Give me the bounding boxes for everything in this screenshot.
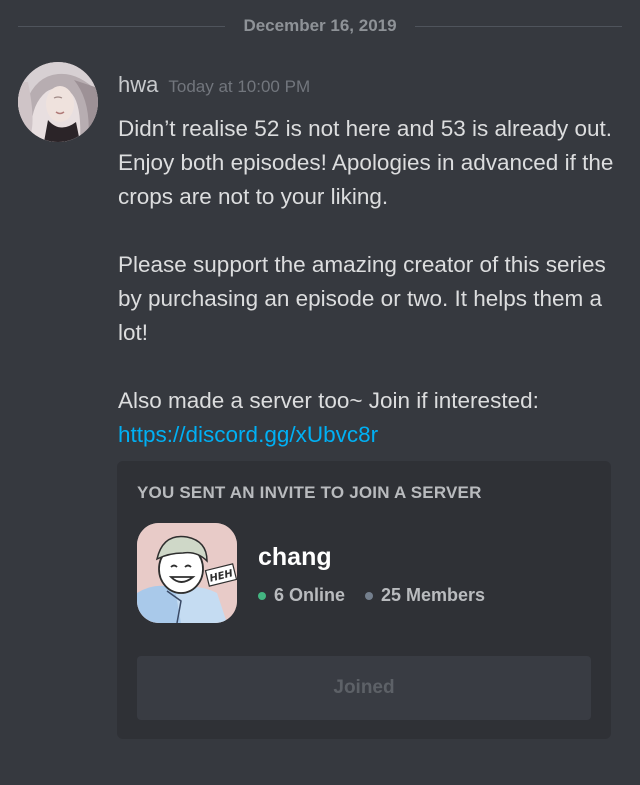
- server-stats: 6 Online 25 Members: [258, 585, 485, 606]
- message-body: Didn’t realise 52 is not here and 53 is …: [118, 112, 623, 452]
- server-name: chang: [258, 543, 332, 571]
- online-count: 6 Online: [274, 585, 346, 605]
- message-paragraph: Didn’t realise 52 is not here and 53 is …: [118, 116, 614, 209]
- online-dot-icon: [258, 591, 266, 600]
- message-header: hwa Today at 10:00 PM: [118, 72, 310, 104]
- date-label: December 16, 2019: [243, 16, 397, 35]
- server-icon-image: HEH: [137, 523, 237, 623]
- avatar[interactable]: [18, 62, 98, 142]
- message-paragraph-text: Also made a server too~ Join if interest…: [118, 388, 539, 413]
- members-dot-icon: [365, 591, 374, 600]
- author-name[interactable]: hwa: [118, 72, 158, 98]
- message-timestamp: Today at 10:00 PM: [168, 77, 311, 96]
- divider-line-right: [414, 25, 623, 27]
- date-divider: December 16, 2019: [18, 14, 623, 38]
- invite-link[interactable]: https://discord.gg/xUbvc8r: [118, 422, 378, 447]
- member-count: 25 Members: [381, 585, 486, 605]
- message-paragraph: Also made a server too~ Join if interest…: [118, 384, 623, 452]
- avatar-image: [18, 62, 98, 142]
- invite-title: YOU SENT AN INVITE TO JOIN A SERVER: [137, 483, 482, 502]
- divider-line-left: [18, 25, 226, 27]
- server-icon[interactable]: HEH: [137, 523, 237, 623]
- joined-button[interactable]: Joined: [137, 656, 591, 720]
- message-paragraph: Please support the amazing creator of th…: [118, 252, 606, 345]
- invite-card: YOU SENT AN INVITE TO JOIN A SERVER HEH …: [117, 461, 611, 739]
